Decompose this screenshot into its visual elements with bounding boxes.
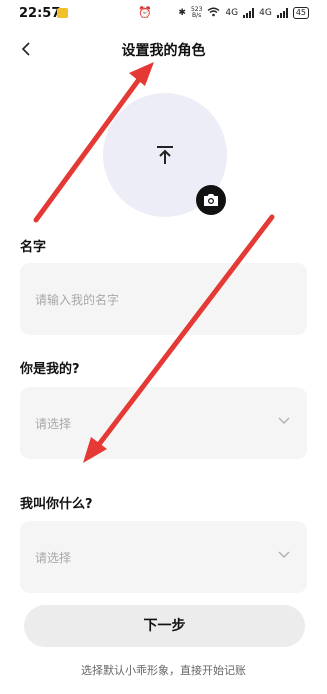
upload-icon [157,146,173,164]
nickname-select[interactable]: 请选择 [20,521,307,593]
status-time: 22:57 [19,6,61,21]
status-bar: 22:57 ⏰ ✱ 523 B/s 4G 4G 45 [0,0,327,28]
network-speed-unit: B/s [192,12,202,19]
chevron-down-icon [278,417,290,424]
page-title: 设置我的角色 [121,43,206,59]
relation-label: 你是我的? [20,362,80,377]
nickname-label: 我叫你什么? [20,497,93,512]
app-notification-icon [57,8,68,18]
signal-1-label: 4G [225,8,239,18]
signal-2-label: 4G [259,8,272,18]
nickname-placeholder: 请选择 [35,551,72,565]
name-input[interactable]: 请输入我的名字 [20,263,307,335]
next-button[interactable]: 下一步 [24,605,305,647]
camera-icon [204,194,218,206]
name-label: 名字 [20,240,47,255]
alarm-icon: ⏰ [138,6,152,19]
name-placeholder: 请输入我的名字 [35,293,120,307]
network-speed: 523 B/s [191,7,202,19]
header: 设置我的角色 [0,34,327,64]
relation-placeholder: 请选择 [35,417,72,431]
bluetooth-icon: ✱ [178,8,186,18]
chevron-down-icon [278,551,290,558]
signal-1-icon [243,8,255,18]
signal-2-icon [276,8,288,18]
camera-button[interactable] [196,185,226,215]
use-default-character-link[interactable]: 选择默认小乖形象，直接开始记账 [0,662,327,678]
status-right-group: ✱ 523 B/s 4G 4G 45 [178,6,309,20]
battery-icon: 45 [292,7,309,19]
wifi-icon [207,7,220,20]
relation-select[interactable]: 请选择 [20,387,307,459]
